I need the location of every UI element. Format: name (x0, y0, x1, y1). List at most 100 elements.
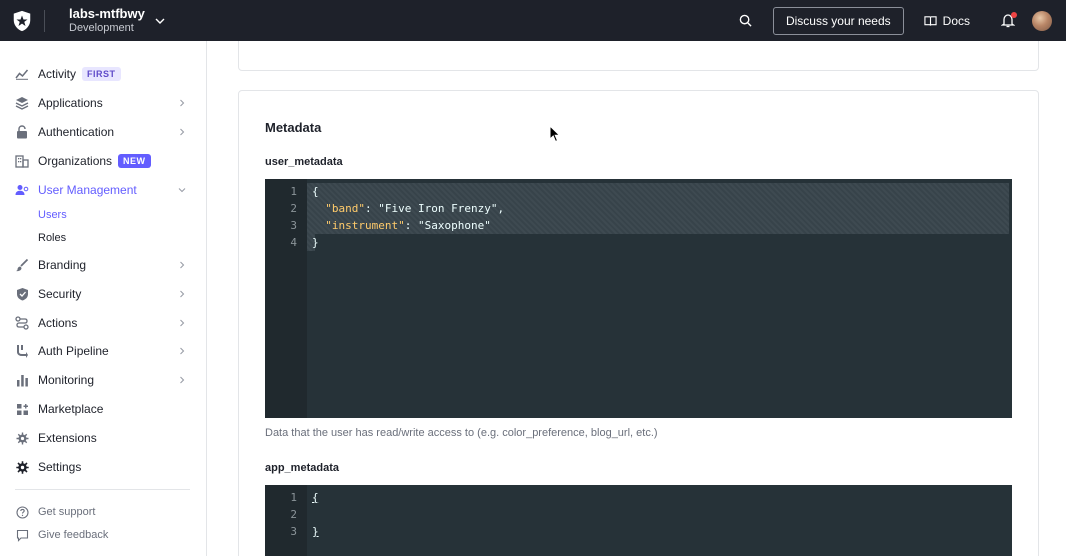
previous-card (238, 41, 1039, 71)
sidebar-item-settings[interactable]: Settings (15, 456, 190, 478)
code-line: 2 (265, 506, 1012, 523)
first-badge: FIRST (82, 67, 121, 81)
shield-star-icon (13, 10, 31, 31)
metadata-card: Metadata user_metadata 1 { 2 "band": "Fi… (238, 90, 1039, 556)
sidebar-subitem-roles[interactable]: Roles (38, 232, 66, 244)
line-number: 3 (290, 219, 297, 232)
sidebar-item-label: Applications (38, 96, 103, 110)
get-support-link[interactable]: Get support (15, 505, 95, 519)
sidebar-item-activity[interactable]: Activity FIRST (15, 63, 190, 85)
code-text: } (312, 236, 319, 249)
metadata-title: Metadata (265, 120, 322, 135)
chevron-right-icon (180, 319, 185, 327)
line-number: 1 (290, 185, 297, 198)
code-line: 1 { (265, 183, 1012, 200)
notifications-button[interactable] (998, 11, 1018, 31)
new-badge: NEW (118, 154, 151, 168)
json-value: : "Saxophone" (404, 219, 491, 232)
code-line: 4 } (265, 234, 1012, 251)
flow-icon (15, 316, 29, 330)
chevron-right-icon (180, 99, 185, 107)
user-metadata-editor[interactable]: 1 { 2 "band": "Five Iron Frenzy", 3 "ins… (265, 179, 1012, 418)
sidebar-item-auth-pipeline[interactable]: Auth Pipeline (15, 340, 190, 362)
sidebar-item-organizations[interactable]: Organizations NEW (15, 150, 190, 172)
sidebar-item-label: Auth Pipeline (38, 344, 109, 358)
sidebar-subitem-users[interactable]: Users (38, 209, 67, 221)
mouse-cursor-icon (549, 125, 561, 143)
auth0-logo[interactable] (0, 0, 44, 41)
sidebar-item-label: Authentication (38, 125, 115, 139)
sidebar-item-label: Monitoring (38, 373, 95, 387)
search-button[interactable] (733, 8, 759, 34)
chevron-down-icon (178, 188, 186, 193)
shield-icon (15, 287, 29, 301)
sidebar-item-label: Extensions (38, 431, 97, 445)
give-feedback-label: Give feedback (38, 529, 109, 541)
give-feedback-link[interactable]: Give feedback (15, 528, 108, 542)
user-avatar[interactable] (1032, 10, 1052, 31)
chevron-right-icon (180, 261, 185, 269)
sidebar-item-extensions[interactable]: Extensions (15, 427, 190, 449)
notification-dot (1011, 11, 1017, 18)
chevron-right-icon (180, 128, 185, 136)
sidebar-item-label: Actions (38, 316, 78, 330)
tenant-name: labs-mtfbwy (69, 5, 145, 21)
code-line: 3 } (265, 523, 1012, 540)
line-number: 2 (290, 202, 297, 215)
json-key: "instrument" (325, 219, 405, 232)
chevron-right-icon (180, 376, 185, 384)
json-value: : "Five Iron Frenzy", (365, 202, 505, 215)
json-key: "band" (325, 202, 365, 215)
code-line: 3 "instrument": "Saxophone" (265, 217, 1012, 234)
users-icon (15, 183, 29, 197)
code-text: } (312, 525, 319, 538)
sidebar-item-monitoring[interactable]: Monitoring (15, 369, 190, 391)
sidebar-item-label: User Management (38, 183, 137, 197)
tenant-switcher[interactable]: labs-mtfbwy Development (69, 6, 145, 36)
grid-plus-icon (15, 402, 29, 416)
user-metadata-label: user_metadata (265, 156, 343, 168)
sidebar-item-label: Organizations (38, 154, 113, 168)
pipeline-icon (15, 344, 29, 358)
docs-link[interactable]: Docs (924, 14, 970, 28)
sidebar-item-authentication[interactable]: Authentication (15, 121, 190, 143)
sidebar-item-label: Marketplace (38, 402, 104, 416)
sidebar-item-applications[interactable]: Applications (15, 92, 190, 114)
code-line: 1 { (265, 489, 1012, 506)
help-circle-icon (15, 505, 29, 519)
sidebar-item-branding[interactable]: Branding (15, 254, 190, 276)
discuss-your-needs-button[interactable]: Discuss your needs (772, 6, 904, 35)
brush-icon (15, 258, 29, 272)
layers-icon (15, 96, 29, 110)
chevron-down-icon[interactable] (155, 16, 165, 26)
chevron-right-icon (180, 347, 185, 355)
activity-icon (15, 67, 29, 81)
sidebar: Activity FIRST Applications Authenticati… (0, 41, 207, 556)
app-metadata-label: app_metadata (265, 462, 339, 474)
book-icon (924, 15, 937, 26)
chevron-right-icon (180, 290, 185, 298)
building-icon (15, 154, 29, 168)
code-line: 2 "band": "Five Iron Frenzy", (265, 200, 1012, 217)
code-text: { (312, 491, 319, 504)
sidebar-item-label: Security (38, 287, 82, 301)
line-number: 1 (290, 491, 297, 504)
cog-puzzle-icon (15, 431, 29, 445)
get-support-label: Get support (38, 506, 96, 518)
search-icon (740, 14, 753, 27)
sidebar-item-actions[interactable]: Actions (15, 312, 190, 334)
line-number: 3 (290, 525, 297, 538)
sidebar-item-label: Activity (38, 67, 77, 81)
sidebar-item-marketplace[interactable]: Marketplace (15, 398, 190, 420)
app-metadata-editor[interactable]: 1 { 2 3 } (265, 485, 1012, 556)
chat-bubble-icon (15, 528, 29, 542)
gear-icon (15, 460, 29, 474)
code-text: { (312, 185, 319, 198)
sidebar-item-label: Branding (38, 258, 87, 272)
sidebar-item-user-management[interactable]: User Management (15, 179, 190, 201)
topbar-divider (44, 9, 45, 32)
code-text: "instrument": "Saxophone" (312, 217, 491, 234)
docs-label: Docs (942, 13, 970, 28)
sidebar-divider (15, 489, 190, 490)
sidebar-item-security[interactable]: Security (15, 283, 190, 305)
